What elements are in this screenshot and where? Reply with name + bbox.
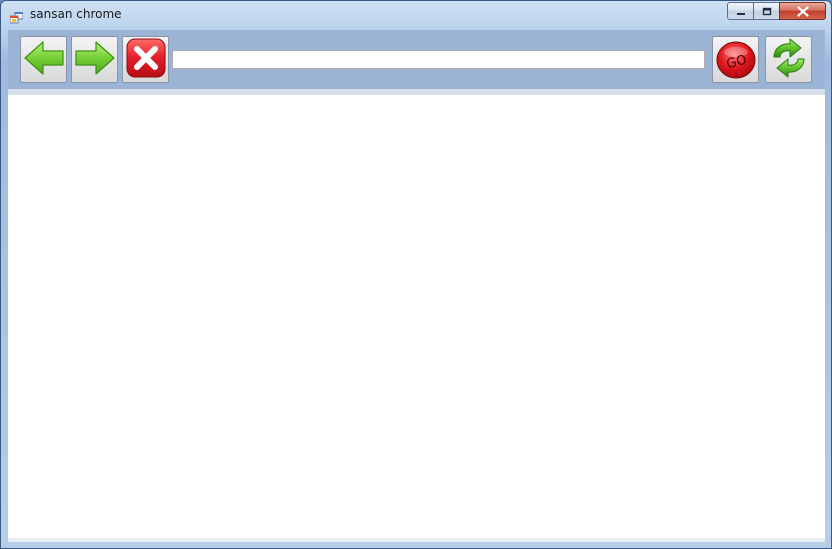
close-icon — [796, 2, 809, 21]
navigation-toolbar: GO — [8, 30, 825, 89]
green-refresh-icon — [768, 38, 810, 82]
maximize-icon — [762, 2, 772, 21]
address-bar-input[interactable] — [172, 50, 705, 69]
web-content-area[interactable] — [8, 95, 825, 538]
close-button[interactable] — [779, 2, 826, 20]
stop-button[interactable] — [122, 36, 169, 83]
window-bottom-edge — [8, 538, 825, 542]
green-right-arrow-icon — [74, 40, 116, 80]
window-title: sansan chrome — [30, 7, 122, 21]
refresh-button[interactable] — [765, 36, 812, 83]
title-bar[interactable]: sansan chrome — [1, 1, 831, 30]
red-x-icon — [126, 38, 166, 82]
forward-button[interactable] — [71, 36, 118, 83]
minimize-button[interactable] — [727, 2, 754, 20]
app-window-icon[interactable] — [9, 9, 24, 24]
minimize-icon — [736, 2, 746, 21]
caption-buttons — [727, 2, 826, 20]
browser-window: sansan chrome GO — [0, 0, 832, 549]
back-button[interactable] — [20, 36, 67, 83]
go-button[interactable]: GO — [712, 36, 759, 83]
green-left-arrow-icon — [23, 40, 65, 80]
go-red-button-icon: GO — [716, 41, 755, 78]
maximize-button[interactable] — [753, 2, 780, 20]
